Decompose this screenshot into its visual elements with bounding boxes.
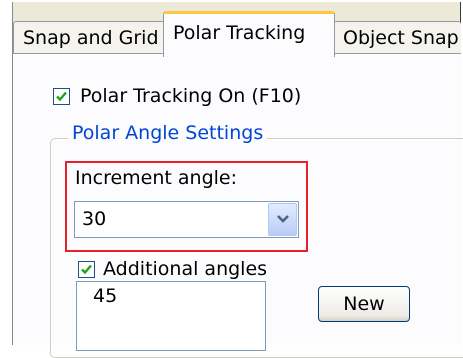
increment-angle-label: Increment angle:	[75, 167, 238, 189]
polar-tracking-on-checkbox[interactable]	[53, 88, 70, 105]
dropdown-arrow-button[interactable]	[268, 203, 297, 236]
tab-label: Polar Tracking	[173, 22, 306, 44]
additional-angles-list[interactable]: 45	[76, 281, 266, 351]
additional-angles-checkbox[interactable]	[78, 261, 95, 278]
chevron-down-icon	[277, 215, 289, 223]
checkmark-icon	[56, 91, 67, 102]
increment-angle-value: 30	[82, 208, 107, 230]
tab-snap-and-grid[interactable]: Snap and Grid	[13, 21, 165, 55]
tab-label: Object Snap	[343, 27, 459, 49]
tab-polar-tracking[interactable]: Polar Tracking	[163, 11, 335, 57]
polar-angle-settings-title: Polar Angle Settings	[68, 122, 268, 144]
new-angle-button[interactable]: New	[318, 286, 410, 322]
checkmark-icon	[81, 264, 92, 275]
increment-angle-dropdown[interactable]: 30	[74, 201, 299, 238]
tab-object-snap[interactable]: Object Snap	[333, 21, 461, 55]
additional-angles-label: Additional angles	[103, 258, 268, 280]
tab-label: Snap and Grid	[23, 27, 159, 49]
polar-tracking-on-label: Polar Tracking On (F10)	[80, 85, 302, 107]
list-item[interactable]: 45	[93, 285, 117, 307]
tab-strip: Snap and Grid Polar Tracking Object Snap	[13, 9, 461, 57]
